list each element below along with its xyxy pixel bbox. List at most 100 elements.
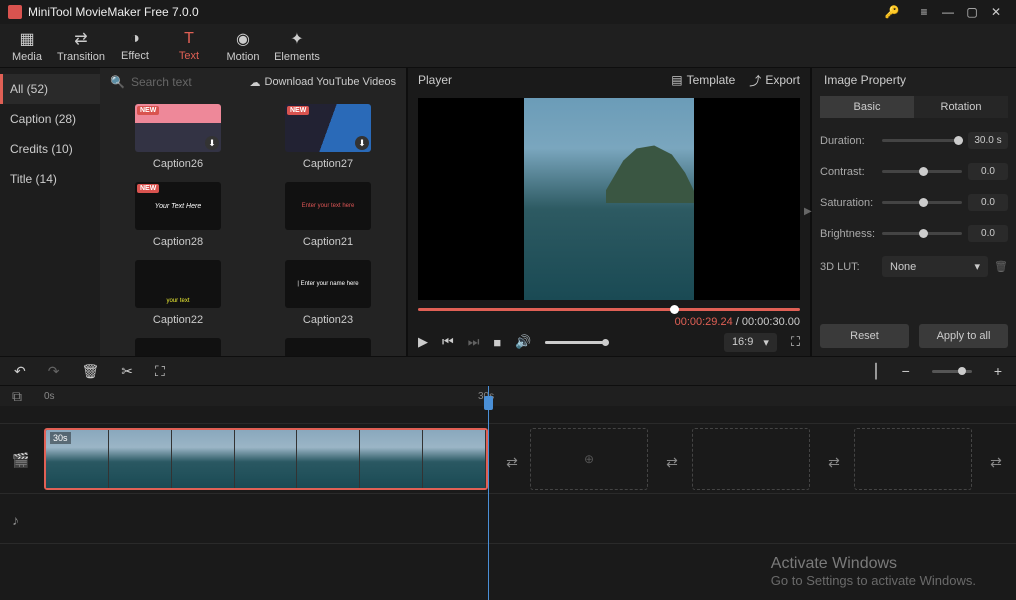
expand-handle[interactable]: ▶ <box>804 206 812 217</box>
saturation-label: Saturation: <box>820 197 876 209</box>
cut-button[interactable]: ✂ <box>121 363 133 380</box>
volume-icon[interactable]: 🔊 <box>515 334 531 350</box>
video-clip[interactable]: 30s <box>44 428 488 490</box>
transition-button[interactable]: ⇄ <box>986 452 1006 472</box>
video-viewport[interactable] <box>418 98 800 300</box>
saturation-row: Saturation: 0.0 <box>820 194 1008 211</box>
player-title: Player <box>418 73 452 87</box>
drop-zone[interactable] <box>692 428 810 490</box>
category-caption[interactable]: Caption (28) <box>0 104 100 134</box>
timeline-ruler[interactable]: ⧉ 0s 30s <box>0 386 1016 406</box>
close-button[interactable]: ✕ <box>984 0 1008 24</box>
caption-card[interactable]: NEW⬇ Caption26 <box>108 104 248 170</box>
category-credits[interactable]: Credits (10) <box>0 134 100 164</box>
delete-button[interactable]: 🗑 <box>81 363 99 380</box>
next-button[interactable]: ⏭ <box>468 334 480 350</box>
drop-zone[interactable]: ⊕ <box>530 428 648 490</box>
library-topbar: 🔍 Search text ☁Download YouTube Videos <box>100 68 406 96</box>
lut-select[interactable]: None▾ <box>882 256 988 277</box>
delete-icon[interactable]: 🗑 <box>994 260 1008 273</box>
transition-button[interactable]: ⇄ <box>662 452 682 472</box>
key-icon[interactable]: 🔑 <box>880 0 904 24</box>
lut-row: 3D LUT: None▾ 🗑 <box>820 256 1008 277</box>
video-track-icon[interactable]: 🎬 <box>12 452 29 469</box>
caption-card[interactable] <box>258 338 398 356</box>
tab-label: Effect <box>121 50 149 62</box>
minimize-button[interactable]: — <box>936 0 960 24</box>
category-all[interactable]: All (52) <box>0 74 100 104</box>
tab-label: Motion <box>226 51 259 63</box>
volume-slider[interactable] <box>545 341 609 344</box>
brightness-value[interactable]: 0.0 <box>968 225 1008 242</box>
audio-track-icon[interactable]: ♪ <box>12 512 19 528</box>
tab-media[interactable]: ▦Media <box>0 24 54 67</box>
download-icon[interactable]: ⬇ <box>205 136 219 150</box>
aspect-select[interactable]: 16:9▾ <box>724 333 777 352</box>
download-icon[interactable]: ⬇ <box>355 136 369 150</box>
crop-button[interactable]: ⛶ <box>155 363 165 380</box>
tab-label: Media <box>12 51 42 63</box>
saturation-slider[interactable] <box>882 201 962 204</box>
title-bar: MiniTool MovieMaker Free 7.0.0 🔑 ≡ — ▢ ✕ <box>0 0 1016 24</box>
video-track[interactable]: 🎬 30s ⇄ ⊕ ⇄ ⇄ ⇄ <box>0 424 1016 494</box>
caption-card[interactable]: NEWYour Text Here Caption28 <box>108 182 248 248</box>
tab-text[interactable]: TText <box>162 24 216 67</box>
menu-icon[interactable]: ≡ <box>912 0 936 24</box>
drop-zone[interactable] <box>854 428 972 490</box>
prev-button[interactable]: ⏮ <box>442 334 454 350</box>
caption-card[interactable]: NEW⬇ Caption27 <box>258 104 398 170</box>
caption-label: Caption22 <box>153 314 203 326</box>
play-button[interactable]: ▶ <box>418 334 428 350</box>
ruler-label: 0s <box>44 391 55 402</box>
zoom-in-button[interactable]: + <box>994 363 1002 379</box>
category-list: All (52) Caption (28) Credits (10) Title… <box>0 68 100 356</box>
caption-card[interactable]: Enter your text here Caption21 <box>258 182 398 248</box>
tab-transition[interactable]: ⇄Transition <box>54 24 108 67</box>
saturation-value[interactable]: 0.0 <box>968 194 1008 211</box>
app-title: MiniTool MovieMaker Free 7.0.0 <box>28 5 880 19</box>
tab-effect[interactable]: ◑Effect <box>108 24 162 67</box>
edit-toolbar: ↶ ↷ 🗑 ✂ ⛶ ⎮ − + <box>0 356 1016 386</box>
reset-button[interactable]: Reset <box>820 324 909 348</box>
brightness-row: Brightness: 0.0 <box>820 225 1008 242</box>
layers-icon[interactable]: ⧉ <box>12 388 22 405</box>
timeline: ⧉ 0s 30s 🎬 30s ⇄ ⊕ ⇄ ⇄ ⇄ ♪ Activate Wind… <box>0 386 1016 600</box>
windows-watermark: Activate Windows Go to Settings to activ… <box>771 555 976 588</box>
transition-button[interactable]: ⇄ <box>502 452 522 472</box>
contrast-slider[interactable] <box>882 170 962 173</box>
transition-button[interactable]: ⇄ <box>824 452 844 472</box>
fullscreen-button[interactable]: ⛶ <box>791 334 800 350</box>
duration-value[interactable]: 30.0 s <box>968 132 1008 149</box>
template-button[interactable]: ▤Template <box>671 73 735 87</box>
tab-elements[interactable]: ✦Elements <box>270 24 324 67</box>
undo-button[interactable]: ↶ <box>14 363 26 380</box>
apply-all-button[interactable]: Apply to all <box>919 324 1008 348</box>
playhead[interactable] <box>488 386 489 600</box>
maximize-button[interactable]: ▢ <box>960 0 984 24</box>
youtube-link[interactable]: ☁Download YouTube Videos <box>250 76 397 89</box>
audio-track[interactable]: ♪ <box>0 494 1016 544</box>
zoom-slider[interactable] <box>932 370 972 373</box>
duration-slider[interactable] <box>882 139 962 142</box>
tab-motion[interactable]: ◉Motion <box>216 24 270 67</box>
split-icon[interactable]: ⎮ <box>872 363 879 380</box>
track-empty[interactable] <box>0 406 1016 424</box>
search-input[interactable]: 🔍 Search text <box>110 75 242 89</box>
progress-handle[interactable] <box>670 305 679 314</box>
export-button[interactable]: ⤴Export <box>749 72 800 89</box>
lut-label: 3D LUT: <box>820 261 876 273</box>
caption-card[interactable] <box>108 338 248 356</box>
tab-label: Transition <box>57 51 105 63</box>
caption-card[interactable]: your text Caption22 <box>108 260 248 326</box>
tab-basic[interactable]: Basic <box>820 96 914 118</box>
brightness-slider[interactable] <box>882 232 962 235</box>
redo-button[interactable]: ↷ <box>48 363 60 380</box>
tab-rotation[interactable]: Rotation <box>914 96 1008 118</box>
zoom-out-button[interactable]: − <box>902 363 910 379</box>
caption-card[interactable]: | Enter your name here Caption23 <box>258 260 398 326</box>
stop-button[interactable]: ■ <box>493 335 501 350</box>
category-title[interactable]: Title (14) <box>0 164 100 194</box>
contrast-value[interactable]: 0.0 <box>968 163 1008 180</box>
progress-bar[interactable] <box>418 302 800 316</box>
thumbnail-grid[interactable]: NEW⬇ Caption26 NEW⬇ Caption27 NEWYour Te… <box>100 96 406 356</box>
